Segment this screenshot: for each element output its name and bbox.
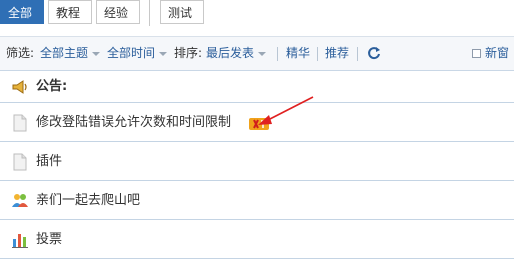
sort-value: 最后发表 bbox=[206, 46, 255, 60]
new-window-label[interactable]: 新窗 bbox=[485, 37, 509, 70]
group-icon bbox=[12, 194, 28, 207]
filter-label: 筛选: bbox=[6, 46, 35, 60]
recommend-link[interactable]: 推荐 bbox=[325, 37, 349, 70]
chevron-down-icon bbox=[258, 51, 267, 56]
time-filter-dropdown[interactable]: 全部时间 bbox=[107, 37, 168, 70]
topic-filter-value: 全部主题 bbox=[40, 46, 89, 60]
tab-all[interactable]: 全部 bbox=[0, 0, 44, 24]
tab-test[interactable]: 测试 bbox=[160, 0, 204, 24]
thread-title[interactable]: 亲们一起去爬山吧 bbox=[36, 181, 140, 220]
digest-link[interactable]: 精华 bbox=[286, 37, 310, 70]
thread-title[interactable]: 投票 bbox=[36, 220, 62, 259]
chevron-down-icon bbox=[159, 51, 168, 56]
filter-divider bbox=[317, 47, 318, 61]
refresh-icon[interactable] bbox=[366, 45, 382, 61]
notice-row: 公告: bbox=[0, 71, 514, 103]
notice-title: 公告: bbox=[36, 79, 68, 94]
time-filter-value: 全部时间 bbox=[107, 46, 156, 60]
thread-row[interactable]: 投票 bbox=[0, 220, 514, 259]
tab-experience[interactable]: 经验 bbox=[96, 0, 140, 24]
chevron-down-icon bbox=[92, 51, 101, 56]
thread-row[interactable]: 插件 bbox=[0, 142, 514, 181]
tab-tutorial[interactable]: 教程 bbox=[48, 0, 92, 24]
filter-bar: 筛选: 全部主题 全部时间 排序: 最后发表 精华 推荐 新窗 bbox=[0, 36, 514, 71]
topic-filter-dropdown[interactable]: 全部主题 bbox=[40, 37, 101, 70]
thread-row[interactable]: 亲们一起去爬山吧 bbox=[0, 181, 514, 220]
new-window-checkbox[interactable] bbox=[472, 49, 481, 58]
poll-icon bbox=[12, 234, 28, 248]
thread-title[interactable]: 插件 bbox=[36, 142, 62, 181]
hot-badge-icon bbox=[249, 118, 269, 130]
megaphone-icon bbox=[12, 80, 27, 94]
filter-divider bbox=[277, 47, 278, 61]
tab-divider bbox=[149, 0, 150, 26]
document-icon bbox=[13, 114, 27, 132]
tab-bar: 全部 教程 经验 测试 bbox=[0, 0, 514, 35]
sort-dropdown[interactable]: 最后发表 bbox=[206, 37, 267, 70]
thread-title[interactable]: 修改登陆错误允许次数和时间限制 bbox=[36, 103, 231, 142]
filter-divider bbox=[357, 47, 358, 61]
document-icon bbox=[13, 153, 27, 171]
sort-label: 排序: bbox=[174, 46, 203, 60]
